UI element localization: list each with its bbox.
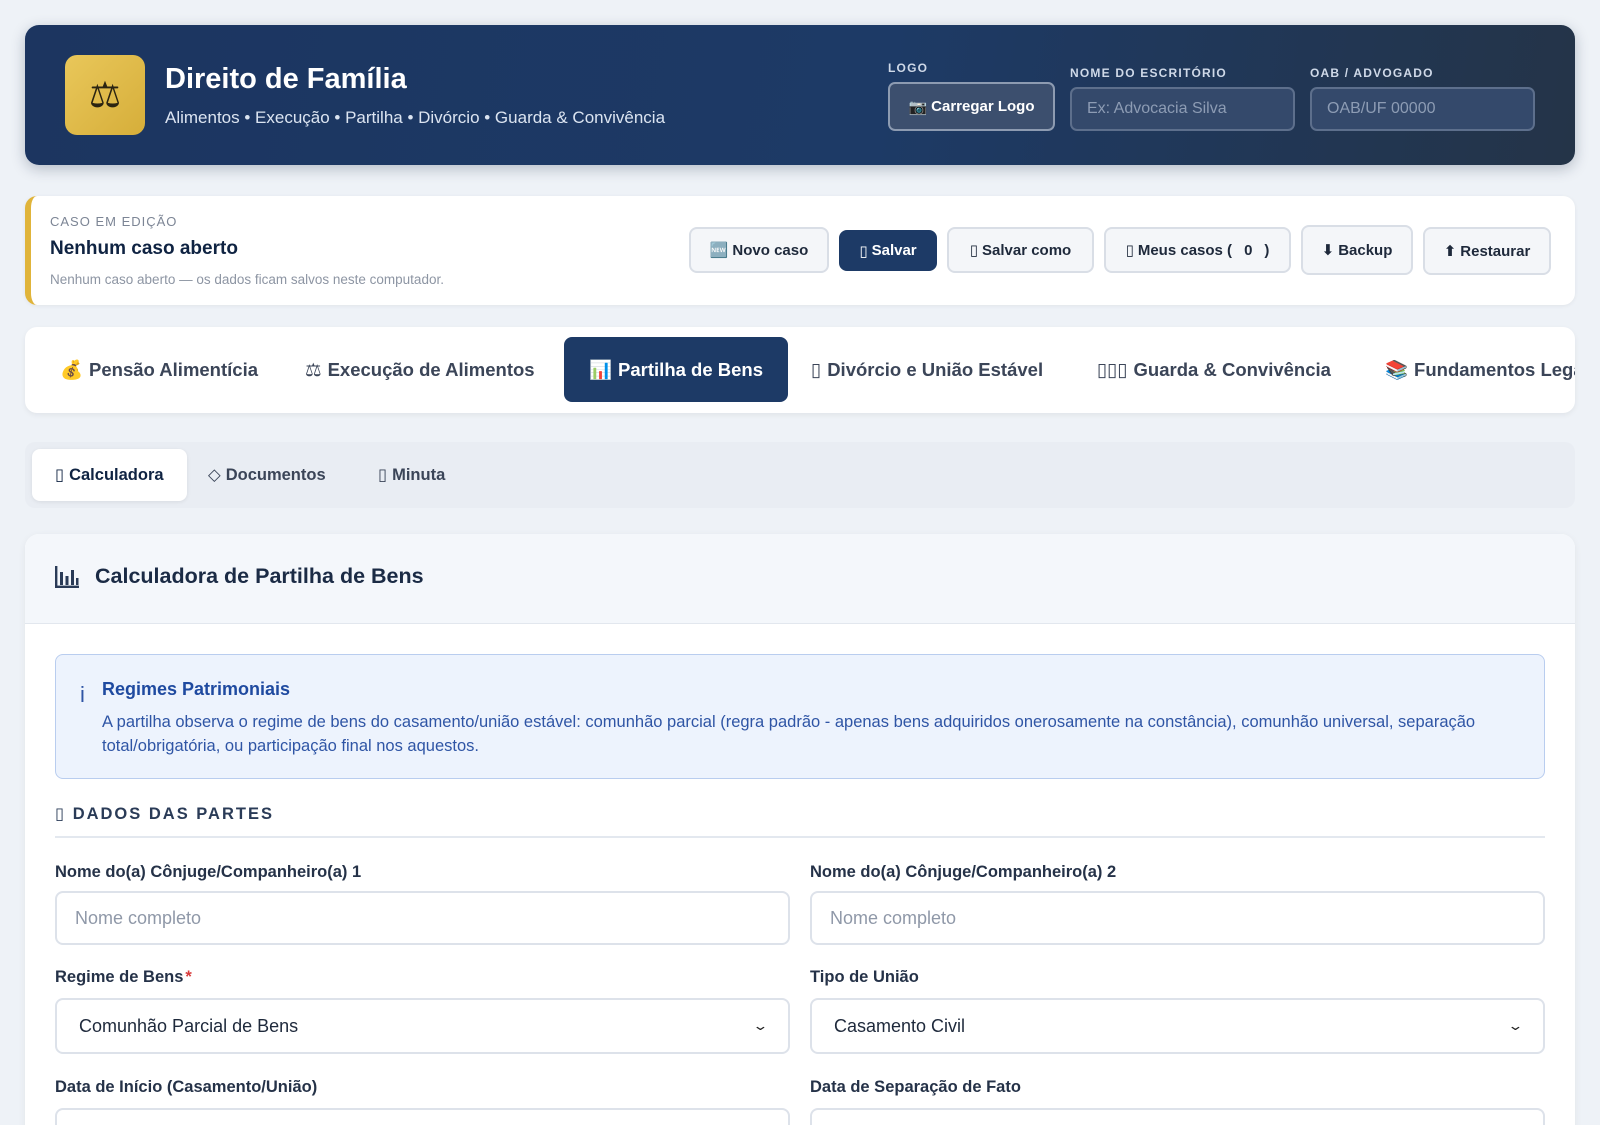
tab-label: Pensão Alimentícia — [89, 358, 259, 380]
upload-logo-button[interactable]: 📷 Carregar Logo — [888, 82, 1055, 131]
app-title: Direito de Família — [165, 63, 407, 95]
tab-partilha-de-bens[interactable]: 📊 Partilha de Bens — [564, 337, 789, 402]
case-bar: CASO EM EDIÇÃO Nenhum caso aberto Nenhum… — [25, 196, 1575, 305]
camera-icon: 📷 — [908, 98, 928, 116]
start-date-label: Data de Início (Casamento/União) — [55, 1078, 318, 1096]
restore-label: Restaurar — [1460, 242, 1531, 260]
bar-chart-icon — [55, 566, 79, 588]
case-note: Nenhum caso aberto — os dados ficam salv… — [50, 272, 444, 287]
backup-label: Backup — [1338, 241, 1393, 259]
backup-button[interactable]: ⬇ Backup — [1301, 225, 1413, 275]
tab-label: Guarda & Convivência — [1133, 358, 1331, 380]
subtab-calculadora[interactable]: ▯ Calculadora — [32, 449, 187, 501]
books-icon: 📚 — [1385, 358, 1409, 380]
upload-logo-label: Carregar Logo — [931, 98, 1035, 115]
tag-icon: ◇ — [208, 466, 221, 484]
required-marker: * — [185, 968, 192, 986]
sub-tabs: ▯ Calculadora ◇ Documentos ▯ Minuta — [25, 442, 1575, 508]
tab-label: Execução de Alimentos — [327, 358, 535, 380]
folder-icon: ▯ — [1125, 242, 1134, 259]
document-icon: ▯ — [378, 466, 388, 484]
spouse2-label: Nome do(a) Cônjuge/Companheiro(a) 2 — [810, 863, 1117, 881]
my-cases-count: 0 — [1244, 241, 1253, 259]
download-icon: ⬇ — [1321, 242, 1335, 259]
new-case-label: Novo caso — [732, 241, 809, 259]
save-label: Salvar — [871, 242, 917, 259]
tab-fundamentos-legais[interactable]: 📚 Fundamentos Legais — [1385, 337, 1575, 402]
regime-label-text: Regime de Bens — [55, 968, 184, 986]
chevron-down-icon: ⌄ — [752, 1018, 769, 1033]
new-case-button[interactable]: 🆕 Novo caso — [689, 227, 829, 273]
people-icon: ▯ — [55, 805, 67, 823]
oab-input[interactable] — [1310, 87, 1535, 131]
section-divider — [55, 836, 1545, 838]
bar-chart-icon: 📊 — [589, 358, 613, 380]
my-cases-button[interactable]: ▯ Meus casos ( 0 ) — [1104, 227, 1291, 273]
tab-label: Fundamentos Legais — [1414, 358, 1575, 380]
subtab-label: Minuta — [392, 465, 446, 484]
card-title: Calculadora de Partilha de Bens — [95, 564, 424, 588]
info-title: Regimes Patrimoniais — [102, 679, 291, 699]
regime-value: Comunhão Parcial de Bens — [79, 1015, 299, 1036]
family-icon: ▯▯▯ — [1097, 358, 1128, 380]
union-type-select[interactable]: Casamento Civil ⌄ — [810, 998, 1545, 1054]
my-cases-close: ) — [1264, 241, 1270, 259]
my-cases-label: Meus casos ( — [1137, 241, 1233, 259]
restore-button[interactable]: ⬆ Restaurar — [1423, 227, 1551, 275]
document-icon: ▯ — [811, 358, 822, 380]
save-as-icon: ▯ — [969, 242, 979, 259]
subtab-documentos[interactable]: ◇ Documentos — [185, 449, 349, 501]
card-header: Calculadora de Partilha de Bens — [25, 534, 1575, 624]
save-button[interactable]: ▯ Salvar — [839, 230, 937, 271]
tab-divorcio-uniao-estavel[interactable]: ▯ Divórcio e União Estável — [811, 337, 1043, 402]
subtab-minuta[interactable]: ▯ Minuta — [355, 449, 468, 501]
start-date-input[interactable] — [55, 1108, 790, 1125]
subtab-label: Calculadora — [69, 465, 164, 484]
spouse2-input[interactable] — [810, 891, 1545, 945]
spouse1-label: Nome do(a) Cônjuge/Companheiro(a) 1 — [55, 863, 362, 881]
tab-pensao-alimenticia[interactable]: 💰 Pensão Alimentícia — [60, 337, 258, 402]
tab-execucao-alimentos[interactable]: ⚖ Execução de Alimentos — [305, 337, 535, 402]
spouse1-input[interactable] — [55, 891, 790, 945]
tab-label: Partilha de Bens — [618, 358, 764, 380]
regime-label: Regime de Bens * — [55, 968, 192, 987]
app-subtitle: Alimentos • Execução • Partilha • Divórc… — [165, 108, 666, 127]
save-as-button[interactable]: ▯ Salvar como — [947, 227, 1094, 273]
calculator-icon: ▯ — [55, 466, 65, 484]
upload-icon: ⬆ — [1443, 243, 1457, 260]
module-tabs: 💰 Pensão Alimentícia ⚖ Execução de Alime… — [25, 327, 1575, 413]
tab-guarda-convivencia[interactable]: ▯▯▯ Guarda & Convivência — [1097, 337, 1331, 402]
union-type-value: Casamento Civil — [834, 1015, 966, 1036]
new-case-icon: 🆕 — [709, 242, 729, 259]
case-label: CASO EM EDIÇÃO — [50, 214, 178, 229]
chevron-down-icon: ⌄ — [1507, 1018, 1524, 1033]
case-title: Nenhum caso aberto — [50, 238, 238, 259]
union-type-label: Tipo de União — [810, 968, 919, 986]
regime-select[interactable]: Comunhão Parcial de Bens ⌄ — [55, 998, 790, 1054]
separation-date-label: Data de Separação de Fato — [810, 1078, 1021, 1096]
subtab-label: Documentos — [225, 465, 326, 484]
section-title: ▯ DADOS DAS PARTES — [55, 804, 274, 824]
separation-date-input[interactable] — [810, 1108, 1545, 1125]
scales-icon: ⚖ — [305, 358, 322, 380]
office-name-input[interactable] — [1070, 87, 1295, 131]
tab-label: Divórcio e União Estável — [827, 358, 1044, 380]
info-text: A partilha observa o regime de bens do c… — [102, 713, 1476, 755]
save-icon: ▯ — [859, 242, 868, 260]
calculator-card: Calculadora de Partilha de Bens i Regime… — [25, 534, 1575, 1125]
info-box: i Regimes Patrimoniais A partilha observ… — [55, 654, 1545, 779]
money-bag-icon: 💰 — [60, 358, 84, 380]
app-header: ⚖ Direito de Família Alimentos • Execuçã… — [25, 25, 1575, 165]
scales-icon: ⚖ — [65, 55, 145, 135]
section-title-text: DADOS DAS PARTES — [72, 805, 274, 823]
save-as-label: Salvar como — [982, 241, 1072, 259]
oab-label: OAB / ADVOGADO — [1310, 66, 1434, 80]
logo-label: LOGO — [888, 61, 929, 75]
office-name-label: NOME DO ESCRITÓRIO — [1070, 66, 1227, 80]
info-icon: i — [80, 682, 85, 707]
